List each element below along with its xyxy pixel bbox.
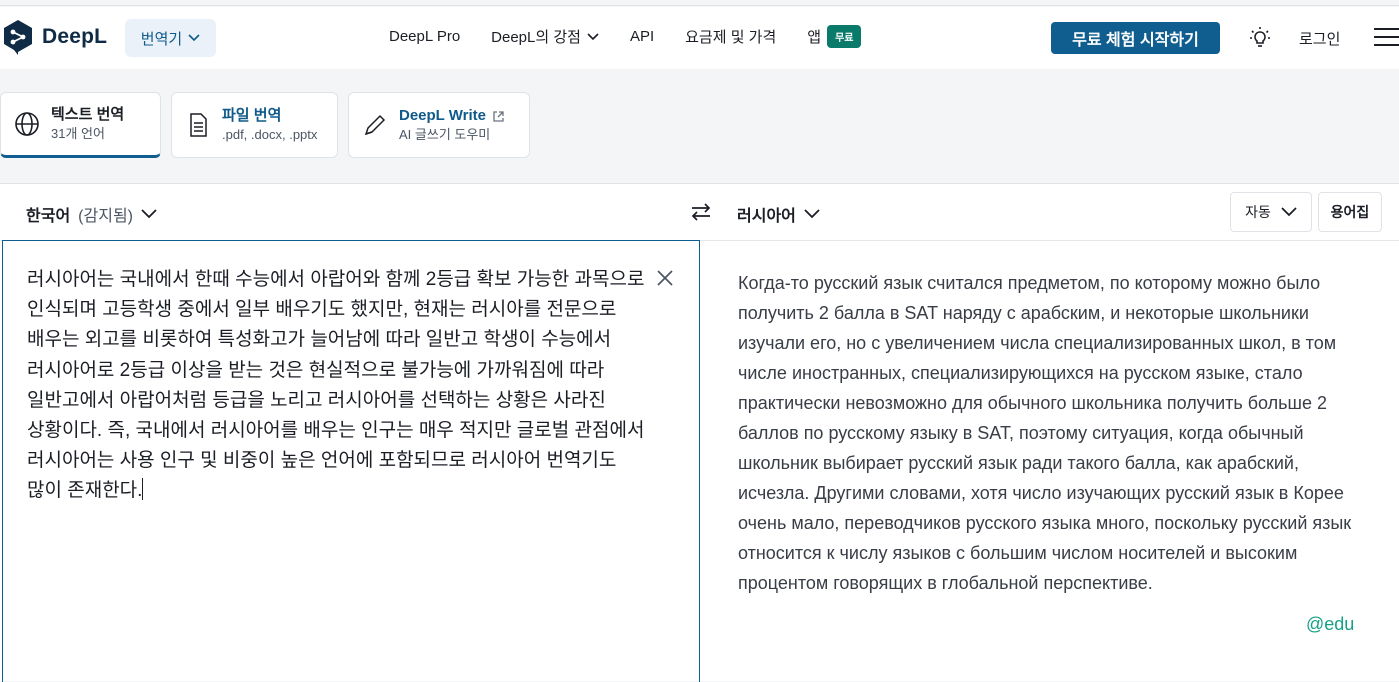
tab-text-translation-title: 텍스트 번역 (51, 106, 125, 123)
external-link-icon (493, 110, 504, 122)
mode-tabs: 텍스트 번역 31개 언어 파일 번역 .pdf, .docx, .pptx D… (0, 92, 530, 158)
nav-pricing-label: 요금제 및 가격 (685, 29, 777, 46)
nav-api-label: API (629, 28, 655, 45)
tab-deepl-write-subtitle: AI 글쓰기 도우미 (399, 127, 491, 142)
logo-text: DeepL (42, 25, 108, 48)
detected-label: (감지됨) (78, 208, 133, 225)
chevron-down-icon (141, 209, 157, 219)
site-header: DeepL 번역기 DeepL Pro DeepL의 강점 API 요금제 및 … (0, 7, 1399, 69)
chevron-down-icon (804, 209, 820, 219)
chevron-down-icon (1281, 207, 1297, 217)
translator-dropdown-label: 번역기 (140, 30, 183, 48)
formality-dropdown[interactable]: 자동 (1230, 192, 1312, 232)
source-text-area[interactable]: 러시아어는 국내에서 한때 수능에서 아랍어와 함께 2등급 확보 가능한 과목… (2, 240, 700, 682)
chevron-down-icon (587, 32, 599, 40)
hamburger-menu-icon[interactable] (1374, 28, 1399, 48)
chevron-down-icon (188, 34, 200, 42)
nav-deepl-pro[interactable]: DeepL Pro (389, 28, 460, 45)
tab-file-translation[interactable]: 파일 번역 .pdf, .docx, .pptx (171, 92, 338, 158)
source-language-label: 한국어 (26, 208, 71, 225)
deepl-logo-icon (4, 20, 32, 55)
nav-apps[interactable]: 앱 무료 (807, 25, 862, 48)
globe-icon (15, 112, 39, 136)
nav-deepl-pro-label: DeepL Pro (389, 28, 461, 45)
document-icon (190, 113, 207, 137)
tab-text-translation[interactable]: 텍스트 번역 31개 언어 (0, 92, 161, 158)
nav-pricing[interactable]: 요금제 및 가격 (685, 26, 776, 47)
free-badge: 무료 (827, 25, 862, 48)
top-strip (0, 0, 1399, 6)
glossary-button[interactable]: 용어집 (1318, 192, 1382, 232)
translator-dropdown[interactable]: 번역기 (125, 19, 216, 57)
source-text-content[interactable]: 러시아어는 국내에서 한때 수능에서 아랍어와 함께 2등급 확보 가능한 과목… (27, 265, 652, 507)
start-free-trial-button[interactable]: 무료 체험 시작하기 (1051, 22, 1220, 54)
login-link[interactable]: 로그인 (1299, 28, 1340, 49)
tab-deepl-write-title: DeepL Write (399, 107, 486, 124)
source-text: 러시아어는 국내에서 한때 수능에서 아랍어와 함께 2등급 확보 가능한 과목… (27, 269, 645, 502)
source-language-select[interactable]: 한국어 (감지됨) (26, 202, 157, 226)
main-nav: DeepL Pro DeepL의 강점 API 요금제 및 가격 앱 무료 (389, 25, 892, 48)
watermark-text: @edu (1306, 614, 1355, 634)
nav-api[interactable]: API (630, 28, 654, 45)
pen-icon (364, 114, 386, 136)
formality-label: 자동 (1245, 204, 1271, 220)
nav-apps-label: 앱 (807, 29, 822, 46)
target-text-output: Когда-то русский язык считался предметом… (738, 273, 1352, 593)
swap-languages-icon[interactable] (689, 200, 713, 224)
lightbulb-icon[interactable] (1248, 26, 1272, 50)
translator-panel: 한국어 (감지됨) 러시아어 자동 용어집 러시아어는 국내에서 한때 수능에서… (0, 183, 1399, 682)
deepl-logo[interactable]: DeepL (2, 19, 107, 55)
close-icon[interactable] (654, 267, 676, 289)
tab-file-translation-title: 파일 번역 (222, 107, 282, 124)
tab-file-translation-subtitle: .pdf, .docx, .pptx (222, 127, 318, 142)
target-language-label: 러시아어 (737, 208, 796, 225)
nav-why-deepl-label: DeepL의 강점 (491, 29, 581, 46)
nav-why-deepl[interactable]: DeepL의 강점 (491, 26, 599, 47)
target-language-select[interactable]: 러시아어 (737, 202, 820, 226)
tab-text-translation-subtitle: 31개 언어 (51, 126, 105, 141)
tab-deepl-write[interactable]: DeepL Write AI 글쓰기 도우미 (348, 92, 530, 158)
language-bar: 한국어 (감지됨) 러시아어 자동 용어집 (0, 184, 1399, 241)
text-caret (142, 478, 144, 501)
